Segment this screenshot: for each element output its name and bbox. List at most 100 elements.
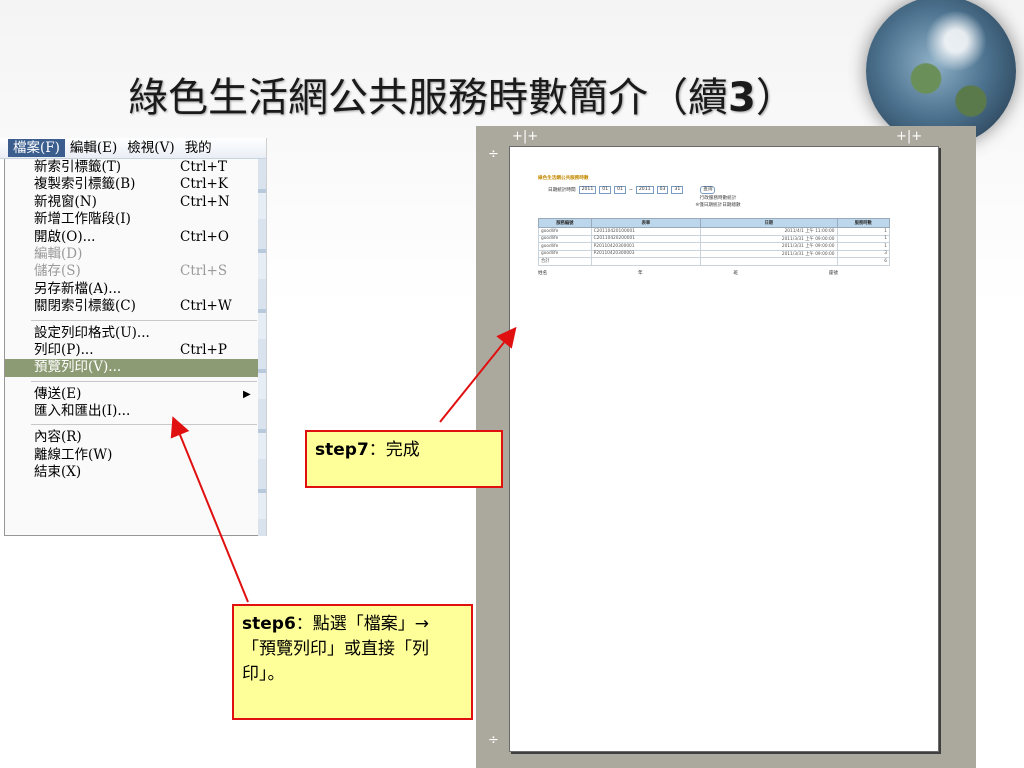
step6-label: step6 <box>242 614 296 634</box>
menu-view[interactable]: 檢視(V) <box>122 139 179 157</box>
table-cell: C20110420100001 <box>590 227 702 236</box>
menu-item: 編輯(D) <box>5 246 259 263</box>
menu-item[interactable]: 關閉索引標籤(C) Ctrl+W <box>5 298 259 315</box>
preview-header: 綠色生活網公共服務時數 <box>538 176 589 181</box>
preview-table: 服務編號 表單 日期 服務時數 goodlife C20110420100001 2011… <box>538 218 890 266</box>
table-row: goodlife P20110420300003 2011/3/31 上午 09:0… <box>538 249 890 258</box>
margin-handle-icon[interactable]: ÷ <box>488 148 499 161</box>
preview-column-header: 日期 <box>700 218 838 228</box>
file-menu-screenshot: 檔案(F) 編輯(E) 檢視(V) 我的 新索引標籤(T) Ctrl+T 複製索引標… <box>0 138 267 536</box>
preview-page-content: 綠色生活網公共服務時數 日期統計時間 2011 01 01 ~ 2011 03 … <box>538 175 898 276</box>
menu-item[interactable]: 預覽列印(V)... <box>5 359 259 377</box>
table-cell: 合計 <box>538 257 592 266</box>
menu-item[interactable]: 匯入和匯出(I)... <box>5 403 259 420</box>
table-row: goodlife P20110420300001 2011/3/31 上午 09:0… <box>538 242 890 251</box>
menu-item[interactable]: 開啟(O)... Ctrl+O <box>5 229 259 246</box>
menu-item-label: 關閉索引標籤(C) <box>34 298 136 315</box>
preview-year-box: 2011 <box>578 186 597 194</box>
menu-item[interactable]: 另存新檔(A)... <box>5 281 259 298</box>
menu-item-shortcut: Ctrl+N <box>180 193 230 210</box>
margin-handle-icon[interactable]: +|+ <box>512 130 538 143</box>
menu-item-shortcut: Ctrl+W <box>180 298 232 315</box>
callout-step7: step7：完成 <box>305 430 503 488</box>
preview-footer-class: 班 <box>733 270 738 276</box>
preview-month-from: 01 <box>599 186 612 194</box>
menu-item-label: 編輯(D) <box>34 245 83 262</box>
table-cell <box>700 257 838 266</box>
preview-note-2: ※僅日期統計日期總數 <box>695 203 741 208</box>
step7-text: ：完成 <box>368 440 420 460</box>
table-cell: 2011/4/1 上午 11:00:00 <box>700 227 838 236</box>
menu-item-label: 開啟(O)... <box>34 228 96 245</box>
preview-page: 綠色生活網公共服務時數 日期統計時間 2011 01 01 ~ 2011 03 … <box>509 146 939 752</box>
menu-item-label: 結束(X) <box>34 464 82 481</box>
menu-item[interactable]: 離線工作(W) <box>5 447 259 464</box>
window-edge <box>258 159 266 536</box>
margin-handle-icon[interactable]: +|+ <box>896 130 922 143</box>
margin-handle-icon[interactable]: ÷ <box>488 734 499 747</box>
table-row: goodlife C20110420100001 2011/4/1 上午 11:00… <box>538 227 890 236</box>
slide-title-text: 綠色生活網公共服務時數簡介（續 <box>128 75 728 121</box>
table-cell: 2011/3/31 上午 09:00:00 <box>700 234 838 243</box>
menu-item-label: 新增工作階段(I) <box>34 211 131 228</box>
menu-item[interactable]: 新增工作階段(I) <box>5 211 259 228</box>
menu-item-label: 複製索引標籤(B) <box>34 176 136 193</box>
submenu-arrow-icon: ▶ <box>243 388 251 400</box>
table-cell: goodlife <box>538 242 592 251</box>
menu-item-shortcut: Ctrl+T <box>180 159 227 175</box>
preview-year-box-2: 2011 <box>635 186 654 194</box>
preview-query-button: 查詢 <box>700 186 716 194</box>
menu-edit[interactable]: 編輯(E) <box>65 139 122 157</box>
menu-item-label: 新視窗(N) <box>34 193 97 210</box>
menu-item-shortcut: Ctrl+K <box>180 176 228 193</box>
table-cell: goodlife <box>538 227 592 236</box>
table-row: goodlife C20110420200001 2011/3/31 上午 09:0… <box>538 234 890 243</box>
menu-item[interactable]: 複製索引標籤(B) Ctrl+K <box>5 176 259 193</box>
slide-title: 綠色生活網公共服務時數簡介（續3） <box>128 74 908 122</box>
preview-day-from: 01 <box>614 186 626 194</box>
preview-column-header: 服務時數 <box>836 218 890 228</box>
slide-title-close: ） <box>755 75 796 121</box>
menu-item[interactable]: 結束(X) <box>5 464 259 481</box>
menu-item-label: 匯入和匯出(I)... <box>34 403 131 420</box>
menu-item[interactable]: 設定列印格式(U)... <box>5 325 259 342</box>
table-cell <box>590 257 702 266</box>
table-row: 合計 6 <box>538 257 890 266</box>
menu-file[interactable]: 檔案(F) <box>8 139 65 157</box>
menu-item-label: 內容(R) <box>34 429 82 446</box>
menu-item[interactable]: 新索引標籤(T) Ctrl+T <box>5 159 259 176</box>
menu-item[interactable]: 新視窗(N) Ctrl+N <box>5 194 259 211</box>
preview-column-header: 表單 <box>590 218 702 228</box>
menu-item[interactable]: 內容(R) <box>5 429 259 446</box>
table-cell: 2011/3/31 上午 09:00:00 <box>700 242 838 251</box>
callout-step6: step6：點選「檔案」→「預覽列印」或直接「列印」。 <box>232 604 473 720</box>
preview-query-row: 日期統計時間 2011 01 01 ~ 2011 03 31 查詢 <box>548 186 898 194</box>
table-cell: 1 <box>836 242 890 251</box>
print-preview-window: +|+ +|+ ÷ ÷ 綠色生活網公共服務時數 日期統計時間 2011 01 0… <box>476 126 976 768</box>
menu-item-label: 設定列印格式(U)... <box>34 324 150 341</box>
table-cell: 3 <box>836 249 890 258</box>
menu-item-shortcut: Ctrl+P <box>180 341 227 358</box>
step7-label: step7 <box>315 440 369 460</box>
preview-month-to: 03 <box>656 186 669 194</box>
table-cell: goodlife <box>538 249 592 258</box>
table-cell: C20110420200001 <box>590 234 702 243</box>
menu-item-label: 新索引標籤(T) <box>34 159 122 175</box>
slide-title-number: 3 <box>728 75 756 121</box>
menu-item[interactable]: 列印(P)... Ctrl+P <box>5 342 259 359</box>
menu-favorites[interactable]: 我的 <box>180 139 217 157</box>
preview-note-1: 行政服務時數統計 <box>699 196 737 201</box>
globe-image <box>866 0 1016 146</box>
preview-footer-seat: 座號 <box>828 270 838 276</box>
menu-item-label: 儲存(S) <box>34 263 81 280</box>
table-cell: 2011/3/31 上午 09:00:00 <box>700 249 838 258</box>
menu-item[interactable]: 傳送(E) ▶ <box>5 386 259 403</box>
menu-separator <box>31 424 257 426</box>
menu-item-shortcut: Ctrl+O <box>180 228 229 245</box>
menu-item-shortcut: Ctrl+S <box>180 263 228 280</box>
menu-item-label: 傳送(E) <box>34 385 82 402</box>
menu-item-label: 另存新檔(A)... <box>34 280 122 297</box>
table-cell: 1 <box>836 227 890 236</box>
preview-query-label: 日期統計時間 <box>548 188 576 193</box>
preview-footer-name: 姓名 <box>538 270 548 276</box>
